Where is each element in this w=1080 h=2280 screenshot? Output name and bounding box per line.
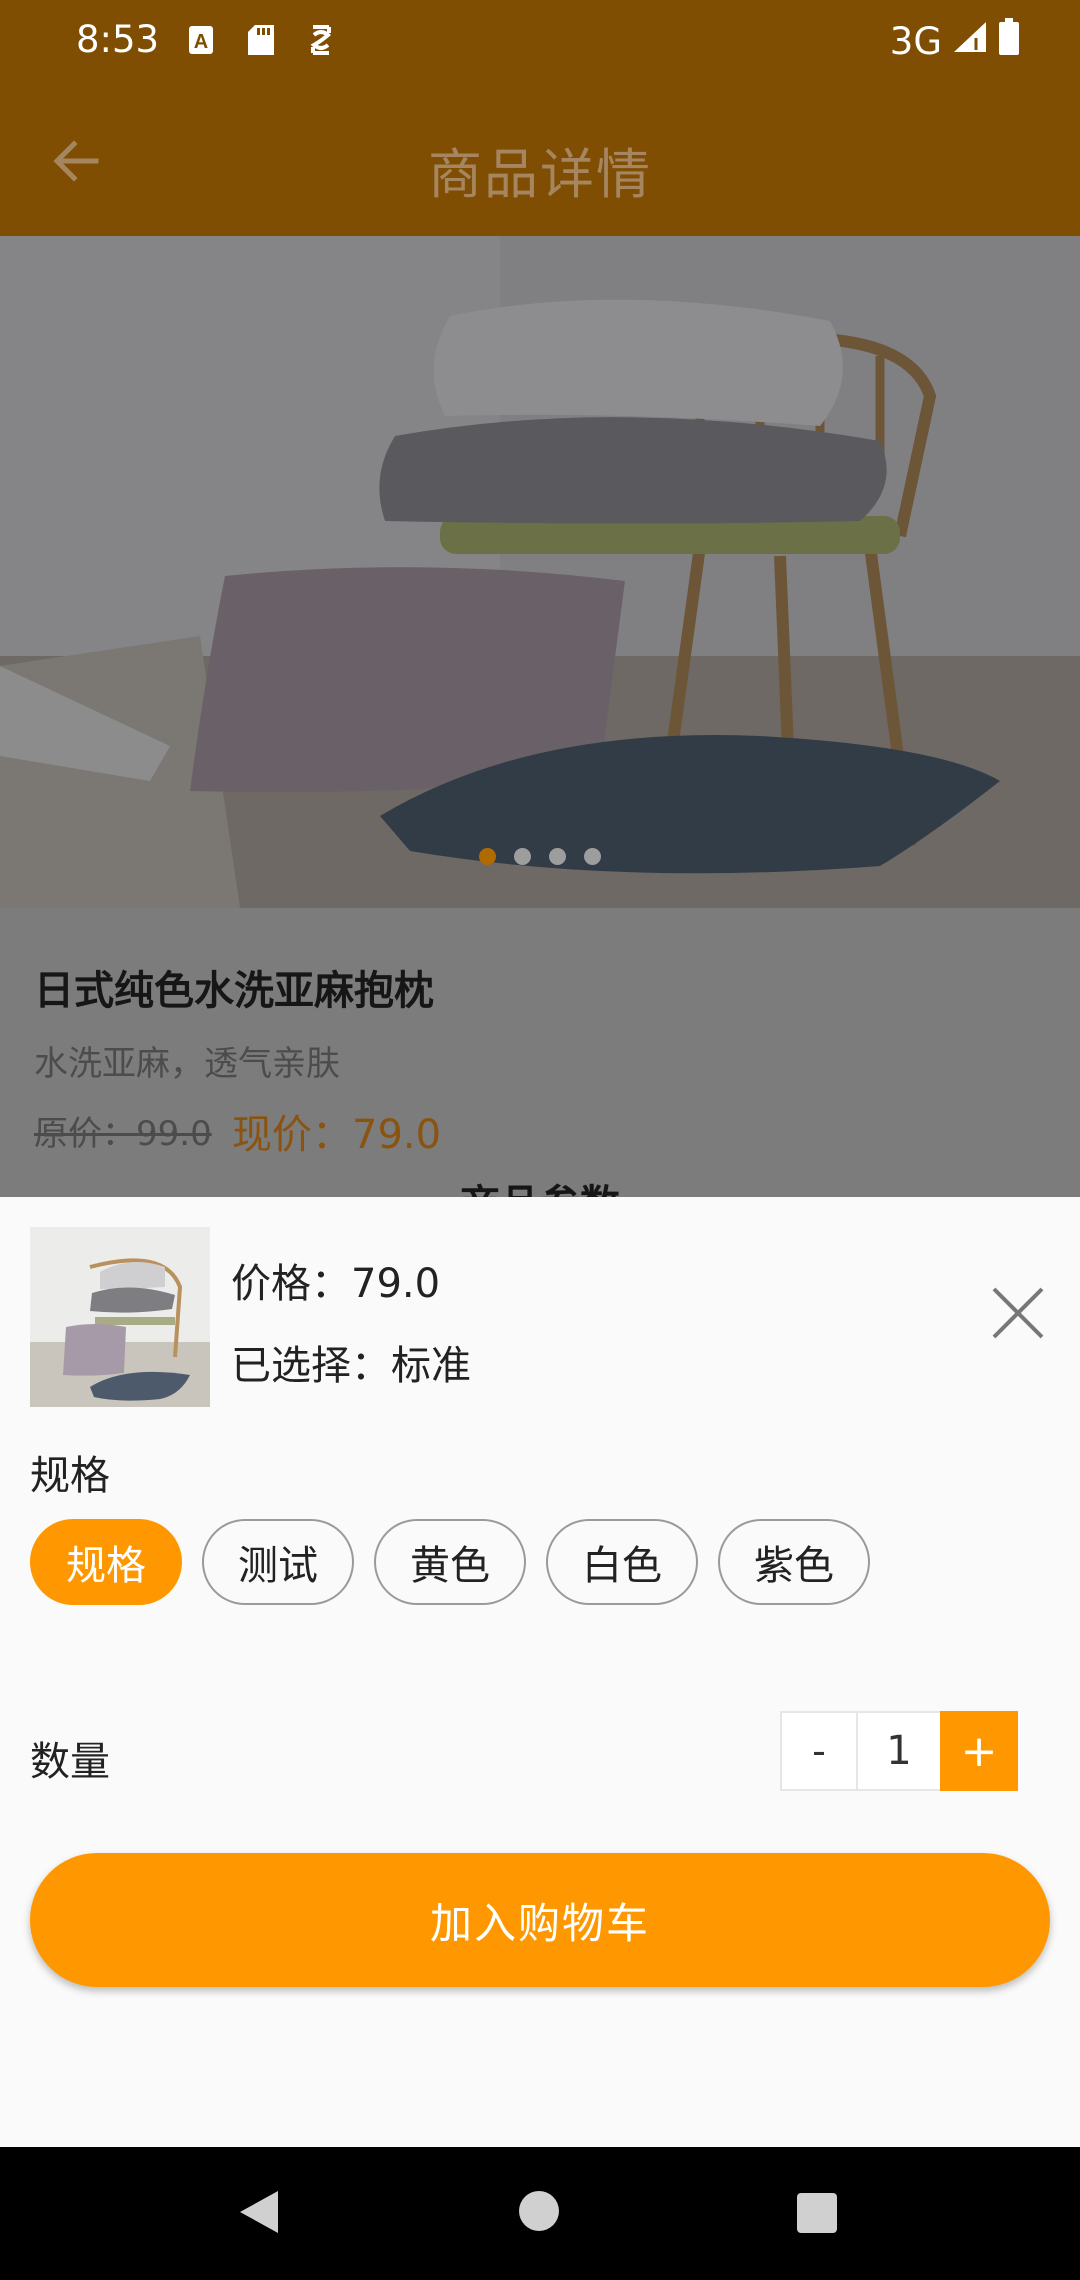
quantity-plus-button[interactable]: + [940,1711,1018,1791]
spec-options: 规格 测试 黄色 白色 紫色 [30,1519,870,1605]
system-nav-bar [0,2147,1080,2280]
product-image-carousel[interactable] [0,236,1080,908]
nav-home-icon[interactable] [519,2191,559,2231]
signal-icon [952,20,988,63]
network-type: 3G [889,20,942,63]
nav-back-icon[interactable] [236,2187,282,2237]
close-sheet-button[interactable] [990,1285,1046,1341]
carousel-indicator [0,848,1080,865]
spec-chip-white[interactable]: 白色 [546,1519,698,1605]
page-title: 商品详情 [428,143,652,206]
status-bar: 8:53 A 3G [0,0,1080,84]
spec-chip-yellow[interactable]: 黄色 [374,1519,526,1605]
product-title: 日式纯色水洗亚麻抱枕 [34,968,434,1014]
sd-card-icon [246,22,276,58]
quantity-stepper: - 1 + [780,1711,1018,1791]
sheet-price: 价格：79.0 [231,1261,441,1307]
spec-chip-purple[interactable]: 紫色 [718,1519,870,1605]
product-photo [0,236,1080,908]
a-notification-icon: A [186,22,216,58]
close-icon [992,1287,1044,1339]
spec-chip-standard[interactable]: 规格 [30,1519,182,1605]
app-toolbar: 商品详情 [0,84,1080,236]
product-thumbnail [30,1227,210,1407]
product-info: 日式纯色水洗亚麻抱枕 水洗亚麻，透气亲肤 原价：99.0 现价：79.0 商品参… [0,908,1080,1228]
sku-bottom-sheet: 价格：79.0 已选择：标准 规格 规格 测试 黄色 白色 紫色 数量 - 1 … [0,1197,1080,2147]
selected-spec-text: 已选择：标准 [231,1343,471,1389]
nav-recents-icon[interactable] [797,2193,837,2233]
carousel-dot[interactable] [479,848,496,865]
carousel-dot[interactable] [514,848,531,865]
status-time: 8:53 [76,18,160,61]
battery-icon [998,18,1020,65]
sync-app-icon [306,22,336,58]
original-price: 原价：99.0 [34,1114,212,1154]
spec-label: 规格 [30,1453,110,1499]
current-price: 现价：79.0 [232,1112,442,1158]
product-subtitle: 水洗亚麻，透气亲肤 [34,1044,340,1084]
quantity-label: 数量 [30,1739,110,1785]
spec-chip-test[interactable]: 测试 [202,1519,354,1605]
quantity-minus-button[interactable]: - [780,1711,858,1791]
svg-text:A: A [194,31,208,53]
carousel-dot[interactable] [549,848,566,865]
quantity-value[interactable]: 1 [858,1711,940,1791]
carousel-dot[interactable] [584,848,601,865]
add-to-cart-button[interactable]: 加入购物车 [30,1853,1050,1987]
